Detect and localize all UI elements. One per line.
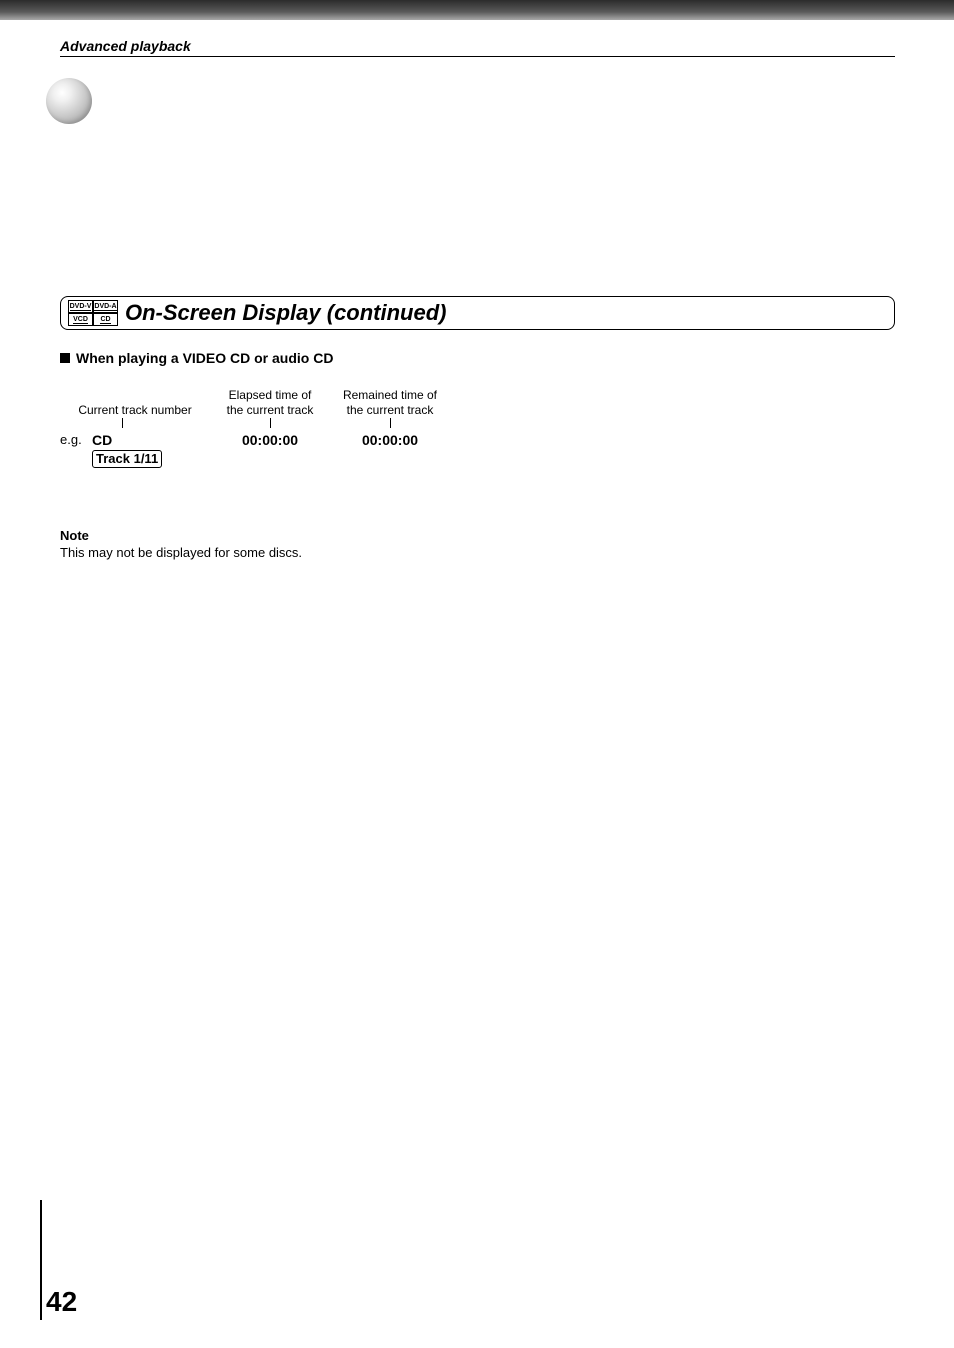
remained-time-value: 00:00:00 [330,432,450,448]
label-remained-time: Remained time ofthe current track [330,388,450,418]
note-body: This may not be displayed for some discs… [60,545,302,560]
pointer-tick [390,418,391,428]
square-bullet-icon [60,353,70,363]
breadcrumb-underline [60,56,895,57]
subheading: When playing a VIDEO CD or audio CD [60,350,333,366]
badge-dvd-v: DVD-V [68,300,93,313]
page-number-bar [40,1200,42,1320]
badge-vcd: VCD [68,313,93,326]
osd-track-block: CD Track 1/11 [92,432,210,468]
sphere-icon [46,78,92,124]
eg-prefix: e.g. [60,432,92,447]
subheading-text: When playing a VIDEO CD or audio CD [76,350,333,366]
title-box: On-Screen Display (continued) [60,296,895,330]
badge-dvd-a: DVD-A [93,300,118,313]
elapsed-time-value: 00:00:00 [210,432,330,448]
label-elapsed-time: Elapsed time ofthe current track [210,388,330,418]
pointer-tick [270,418,271,428]
disc-format-badges: DVD-V DVD-A VCD CD [68,300,118,326]
pointer-tick [122,418,123,428]
badge-cd: CD [93,313,118,326]
disc-type-text: CD [92,432,210,448]
track-indicator-box: Track 1/11 [92,450,162,468]
page-title: On-Screen Display (continued) [125,300,447,326]
label-current-track-number: Current track number [60,403,210,418]
breadcrumb: Advanced playback [60,38,191,54]
top-gradient-bar [0,0,954,20]
note-block: Note This may not be displayed for some … [60,528,302,560]
note-heading: Note [60,528,302,543]
page-number: 42 [46,1286,77,1318]
osd-diagram: Current track number Elapsed time ofthe … [60,388,460,468]
